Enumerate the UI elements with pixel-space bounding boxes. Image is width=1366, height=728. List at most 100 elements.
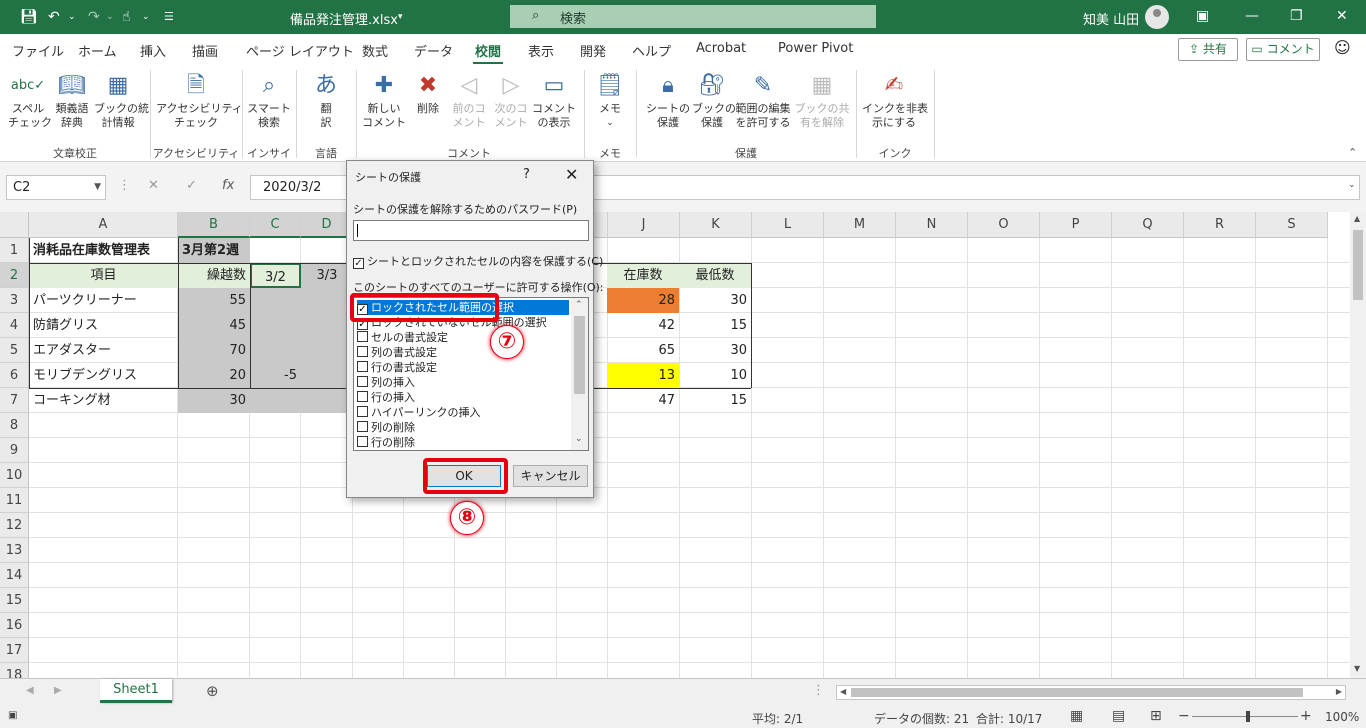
tab-formulas[interactable]: 数式	[362, 41, 388, 60]
scroll-thumb[interactable]	[1353, 230, 1363, 300]
checkbox-unchecked-icon[interactable]	[357, 331, 368, 342]
cell-b1-week[interactable]: 3月第2週	[178, 238, 250, 263]
feedback-smiley-icon[interactable]: ☺	[1334, 38, 1351, 57]
page-layout-view-icon[interactable]: ▤	[1112, 708, 1125, 724]
touch-mode-icon[interactable]: ☝	[122, 8, 131, 26]
select-all-corner[interactable]	[0, 212, 29, 238]
hscroll-thumb[interactable]	[851, 688, 1303, 697]
column-header-o[interactable]: O	[968, 212, 1040, 238]
carry-over-cell[interactable]: 55	[178, 288, 250, 313]
row-header-4[interactable]: 4	[0, 313, 29, 338]
scroll-right-icon[interactable]: ▶	[1336, 687, 1342, 696]
tab-power-pivot[interactable]: Power Pivot	[778, 41, 853, 56]
tab-file[interactable]: ファイル	[12, 41, 64, 60]
column-header-m[interactable]: M	[824, 212, 896, 238]
unshare-workbook-button[interactable]: ▦ ブックの共 有を解除	[794, 70, 850, 130]
new-comment-button[interactable]: ✚ 新しい コメント	[362, 70, 406, 130]
column-header-c[interactable]: C	[250, 212, 301, 238]
smart-lookup-button[interactable]: ⌕ スマート 検索	[246, 70, 292, 130]
checkbox-unchecked-icon[interactable]	[357, 376, 368, 387]
stock-cell[interactable]: 65	[607, 338, 679, 363]
prev-sheet-icon[interactable]: ◀	[26, 685, 34, 696]
tab-help[interactable]: ヘルプ	[632, 41, 671, 60]
column-header-a[interactable]: A	[29, 212, 178, 238]
zoom-slider[interactable]	[1192, 716, 1298, 717]
row-header-12[interactable]: 12	[0, 513, 29, 538]
tab-page-layout[interactable]: ページ レイアウト	[246, 41, 354, 60]
collapse-ribbon-icon[interactable]: ⌃	[1348, 146, 1357, 159]
stock-cell[interactable]: 47	[607, 388, 679, 413]
minimum-cell[interactable]: 15	[679, 313, 751, 338]
permission-item[interactable]: 行の挿入	[357, 390, 569, 405]
restore-icon[interactable]: ❐	[1290, 8, 1303, 24]
protect-sheet-button[interactable]: 🔒︎ シートの 保護	[644, 70, 692, 130]
row-header-10[interactable]: 10	[0, 463, 29, 488]
date-3-2-cell[interactable]	[250, 288, 301, 313]
page-break-view-icon[interactable]: ⊞	[1150, 708, 1162, 724]
item-name-cell[interactable]: モリブデングリス	[29, 363, 178, 388]
tab-acrobat[interactable]: Acrobat	[696, 41, 746, 56]
permission-item[interactable]: 列の書式設定	[357, 345, 569, 360]
normal-view-icon[interactable]: ▦	[1070, 708, 1083, 724]
cancel-button[interactable]: キャンセル	[513, 465, 588, 487]
tab-view[interactable]: 表示	[528, 41, 554, 60]
scroll-down-icon[interactable]: ▼	[1354, 664, 1360, 673]
scroll-up-icon[interactable]: ▲	[1354, 214, 1360, 223]
customize-qat-icon[interactable]: ☰	[164, 8, 174, 26]
carry-over-cell[interactable]: 45	[178, 313, 250, 338]
row-header-17[interactable]: 17	[0, 638, 29, 663]
minimum-cell[interactable]: 30	[679, 338, 751, 363]
name-box[interactable]: C2 ▼	[6, 175, 106, 200]
minimum-cell[interactable]: 15	[679, 388, 751, 413]
minimize-icon[interactable]: —	[1245, 8, 1259, 24]
permission-item[interactable]: 列の挿入	[357, 375, 569, 390]
header-stock[interactable]: 在庫数	[607, 263, 679, 288]
item-name-cell[interactable]: コーキング材	[29, 388, 178, 413]
share-button[interactable]: ⇪ 共有	[1178, 38, 1238, 61]
dialog-close-button[interactable]: ✕	[565, 165, 578, 184]
zoom-level[interactable]: 100%	[1325, 710, 1359, 724]
tab-insert[interactable]: 挿入	[140, 41, 166, 60]
avatar[interactable]	[1145, 5, 1169, 29]
row-header-8[interactable]: 8	[0, 413, 29, 438]
minimum-cell[interactable]: 30	[679, 288, 751, 313]
comments-button[interactable]: ▭ コメント	[1246, 38, 1320, 61]
permission-item[interactable]: 行の削除	[357, 435, 569, 450]
notes-button[interactable]: 🗒︎ メモ ⌄	[592, 70, 628, 130]
horizontal-scrollbar[interactable]: ◀ ▶	[836, 685, 1346, 700]
list-scroll-up-icon[interactable]: ⌃	[575, 300, 583, 310]
column-header-l[interactable]: L	[752, 212, 824, 238]
insert-function-icon[interactable]: fx	[222, 178, 234, 193]
column-header-p[interactable]: P	[1040, 212, 1112, 238]
stock-cell[interactable]: 42	[607, 313, 679, 338]
carry-over-cell[interactable]: 20	[178, 363, 250, 388]
permission-item[interactable]: ハイパーリンクの挿入	[357, 405, 569, 420]
item-name-cell[interactable]: パーツクリーナー	[29, 288, 178, 313]
column-header-b[interactable]: B	[178, 212, 250, 238]
carry-over-cell[interactable]: 30	[178, 388, 250, 413]
cell-a1-title[interactable]: 消耗品在庫数管理表	[29, 238, 178, 263]
list-scroll-thumb[interactable]	[574, 316, 585, 394]
checkbox-unchecked-icon[interactable]	[357, 421, 368, 432]
zoom-out-icon[interactable]: −	[1178, 708, 1190, 724]
confirm-entry-icon[interactable]: ✓	[186, 178, 197, 193]
tab-home[interactable]: ホーム	[78, 41, 117, 60]
row-header-2[interactable]: 2	[0, 263, 29, 288]
permission-item[interactable]: セルの書式設定	[357, 330, 569, 345]
header-item[interactable]: 項目	[29, 263, 178, 288]
checkbox-unchecked-icon[interactable]	[357, 406, 368, 417]
show-comments-button[interactable]: ▭ コメント の表示	[532, 70, 576, 130]
row-header-5[interactable]: 5	[0, 338, 29, 363]
workbook-stats-button[interactable]: ▦ ブックの統 計情報	[94, 70, 149, 130]
checkbox-unchecked-icon[interactable]	[357, 436, 368, 447]
hide-ink-button[interactable]: ✍ インクを非表 示にする	[862, 70, 928, 130]
redo-dropdown-icon[interactable]: ⌄	[106, 8, 114, 26]
sheet-tab-sheet1[interactable]: Sheet1	[100, 679, 172, 703]
minimum-cell[interactable]: 10	[679, 363, 751, 388]
name-box-dropdown-icon[interactable]: ▼	[94, 176, 101, 199]
date-3-2-cell[interactable]	[250, 388, 301, 413]
tab-draw[interactable]: 描画	[192, 41, 218, 60]
tab-split-handle-icon[interactable]: ⋮	[812, 683, 825, 698]
checkbox-unchecked-icon[interactable]	[357, 346, 368, 357]
protect-contents-checkbox[interactable]: ✓ シートとロックされたセルの内容を保護する(C)	[353, 253, 603, 269]
